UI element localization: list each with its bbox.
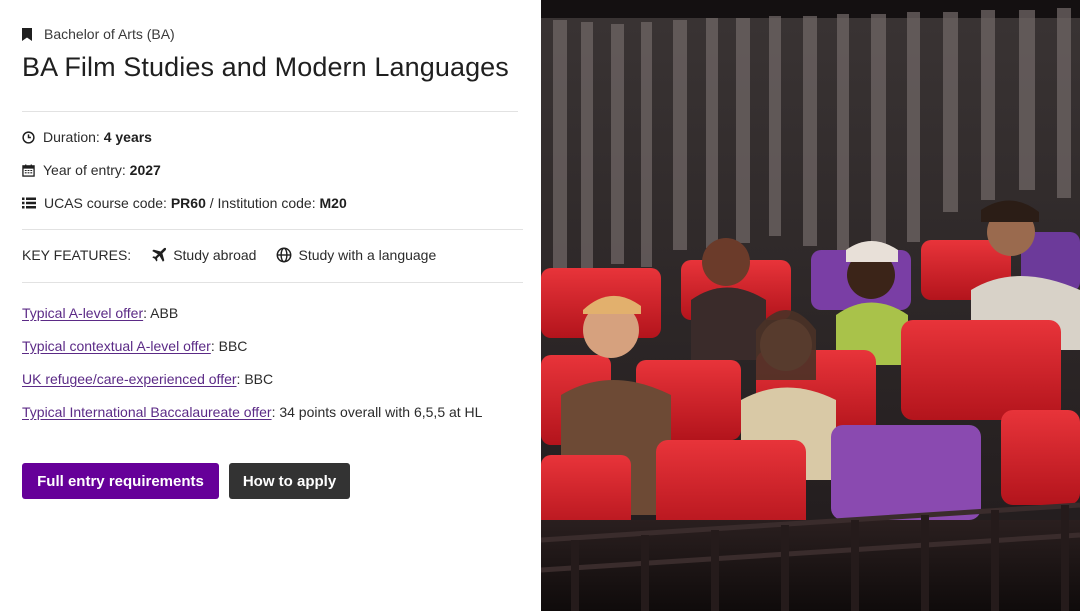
typical-a-level-offer-link[interactable]: Typical A-level offer — [22, 305, 143, 321]
clock-icon — [22, 130, 35, 144]
feature-study-abroad: Study abroad — [151, 247, 256, 263]
key-features-row: KEY FEATURES: Study abroad Study with a … — [22, 247, 456, 263]
ucas-value: PR60 — [170, 195, 206, 211]
offer-ib: Typical International Baccalaureate offe… — [22, 401, 522, 423]
contextual-a-level-offer-link[interactable]: Typical contextual A-level offer — [22, 338, 211, 354]
airplane-icon — [152, 247, 167, 262]
duration-row: Duration: 4 years — [22, 129, 152, 145]
institution-value: M20 — [319, 195, 347, 211]
divider — [22, 111, 518, 112]
code-separator: / — [209, 195, 214, 211]
how-to-apply-button[interactable]: How to apply — [229, 463, 350, 499]
degree-type-label: Bachelor of Arts (BA) — [44, 26, 175, 42]
feature-study-language: Study with a language — [276, 247, 436, 263]
institution-label: Institution code: — [217, 195, 316, 211]
offer-contextual-a-level: Typical contextual A-level offer: BBC — [22, 335, 522, 357]
list-icon — [22, 197, 36, 209]
offer-a-level: Typical A-level offer: ABB — [22, 302, 522, 324]
entry-year-value: 2027 — [129, 162, 161, 178]
course-summary-panel: Bachelor of Arts (BA) BA Film Studies an… — [0, 0, 541, 611]
duration-value: 4 years — [103, 129, 152, 145]
offer-value: : 34 points overall with 6,5,5 at HL — [271, 404, 483, 420]
cinema-audience-photo — [541, 0, 1080, 611]
photo-illustration — [541, 0, 1080, 611]
entry-year-row: Year of entry: 2027 — [22, 162, 161, 178]
full-entry-requirements-button[interactable]: Full entry requirements — [22, 463, 219, 499]
divider — [22, 229, 523, 230]
duration-label: Duration: — [43, 129, 100, 145]
ib-offer-link[interactable]: Typical International Baccalaureate offe… — [22, 404, 272, 420]
ucas-code-row: UCAS course code: PR60 / Institution cod… — [22, 195, 347, 211]
globe-icon — [277, 247, 292, 263]
divider — [22, 282, 523, 283]
calendar-icon — [22, 163, 35, 177]
offer-value: : BBC — [236, 371, 274, 387]
entry-year-label: Year of entry: — [43, 162, 126, 178]
feature-label: Study abroad — [173, 247, 257, 263]
degree-type-row: Bachelor of Arts (BA) — [22, 26, 175, 42]
ucas-label: UCAS course code: — [44, 195, 167, 211]
offer-value: : BBC — [210, 338, 248, 354]
offer-value: : ABB — [143, 305, 179, 321]
page-title: BA Film Studies and Modern Languages — [22, 52, 509, 82]
offer-refugee-care: UK refugee/care-experienced offer: BBC — [22, 368, 522, 390]
feature-label: Study with a language — [298, 247, 437, 263]
refugee-care-offer-link[interactable]: UK refugee/care-experienced offer — [22, 371, 237, 387]
bookmark-icon — [22, 27, 32, 41]
key-features-label: KEY FEATURES: — [22, 247, 132, 263]
